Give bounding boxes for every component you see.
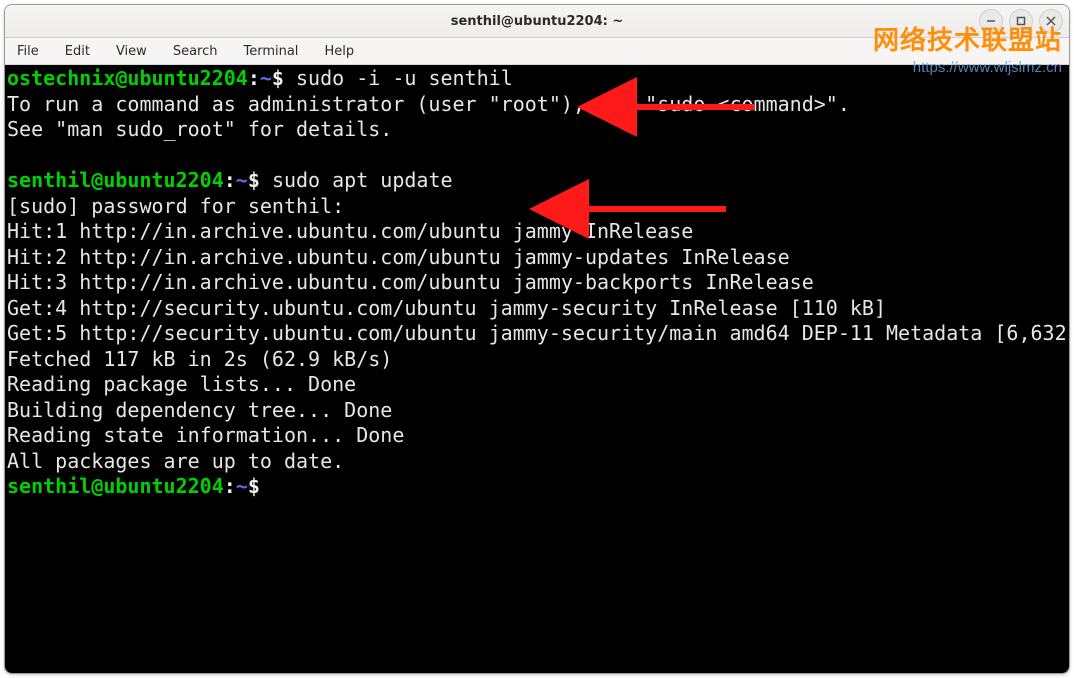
terminal-output[interactable]: ostechnix@ubuntu2204:~$ sudo -i -u senth…: [5, 65, 1069, 673]
menu-file[interactable]: File: [13, 42, 43, 61]
menu-view[interactable]: View: [112, 42, 151, 61]
prompt-path: ~: [260, 66, 272, 90]
menu-edit[interactable]: Edit: [61, 42, 94, 61]
output-line: Get:5 http://security.ubuntu.com/ubuntu …: [7, 321, 1070, 345]
prompt-path: ~: [236, 168, 248, 192]
prompt-colon: :: [248, 66, 260, 90]
maximize-icon: [1016, 16, 1026, 26]
prompt-symbol: $: [248, 168, 272, 192]
output-line: [sudo] password for senthil:: [7, 194, 344, 218]
output-line: Reading state information... Done: [7, 423, 404, 447]
output-line: Building dependency tree... Done: [7, 398, 392, 422]
minimize-icon: [986, 16, 996, 26]
prompt-colon: :: [224, 168, 236, 192]
command-text: sudo apt update: [272, 168, 453, 192]
window-controls: [979, 9, 1063, 33]
prompt-colon: :: [224, 474, 236, 498]
window-minimize-button[interactable]: [979, 9, 1003, 33]
menu-search[interactable]: Search: [169, 42, 222, 61]
command-text: sudo -i -u senthil: [296, 66, 513, 90]
prompt-symbol: $: [272, 66, 296, 90]
window-title: senthil@ubuntu2204: ~: [451, 14, 624, 29]
output-line: Reading package lists... Done: [7, 372, 356, 396]
prompt-path: ~: [236, 474, 248, 498]
output-line: See "man sudo_root" for details.: [7, 117, 392, 141]
close-icon: [1046, 16, 1056, 26]
output-line: To run a command as administrator (user …: [7, 92, 850, 116]
menu-terminal[interactable]: Terminal: [239, 42, 302, 61]
window-close-button[interactable]: [1039, 9, 1063, 33]
prompt-user-host: senthil@ubuntu2204: [7, 474, 224, 498]
output-line: All packages are up to date.: [7, 449, 344, 473]
output-line: Fetched 117 kB in 2s (62.9 kB/s): [7, 347, 392, 371]
terminal-window: senthil@ubuntu2204: ~ File Edit View Sea…: [4, 4, 1070, 674]
output-line: Get:4 http://security.ubuntu.com/ubuntu …: [7, 296, 886, 320]
window-titlebar: senthil@ubuntu2204: ~: [5, 5, 1069, 38]
output-line: Hit:1 http://in.archive.ubuntu.com/ubunt…: [7, 219, 693, 243]
prompt-user-host: ostechnix@ubuntu2204: [7, 66, 248, 90]
prompt-user-host: senthil@ubuntu2204: [7, 168, 224, 192]
menubar: File Edit View Search Terminal Help: [5, 38, 1069, 65]
menu-help[interactable]: Help: [320, 42, 358, 61]
prompt-symbol: $: [248, 474, 272, 498]
window-maximize-button[interactable]: [1009, 9, 1033, 33]
output-line: Hit:2 http://in.archive.ubuntu.com/ubunt…: [7, 245, 790, 269]
output-line: Hit:3 http://in.archive.ubuntu.com/ubunt…: [7, 270, 814, 294]
